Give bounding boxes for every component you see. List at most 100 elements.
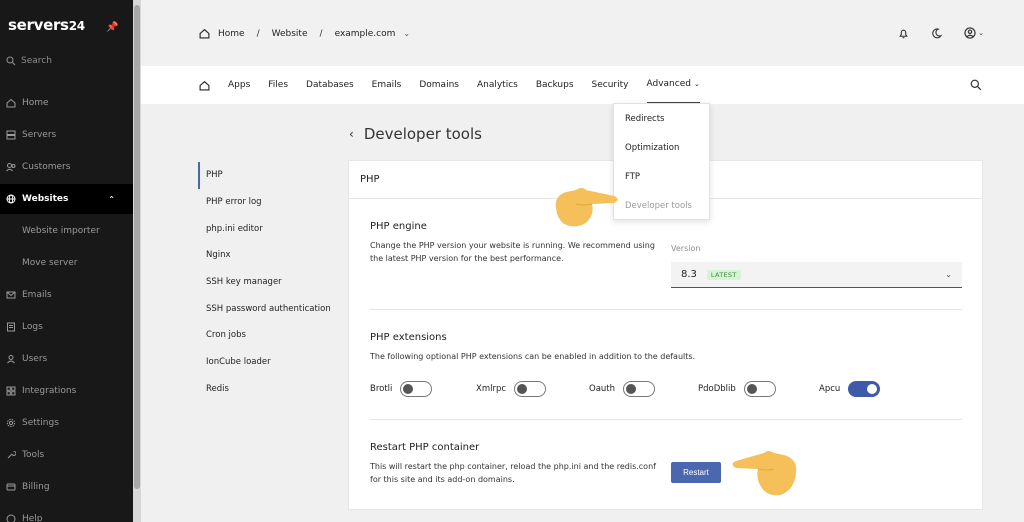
breadcrumb-separator: /: [319, 28, 323, 39]
brand-logo[interactable]: servers24: [8, 16, 85, 34]
chevron-up-icon: ⌃: [108, 194, 115, 204]
php-version-value: 8.3: [681, 269, 697, 280]
header-actions: ⌄: [898, 27, 984, 39]
extension-apcu: Apcu: [819, 381, 881, 397]
customers-icon: [6, 163, 16, 172]
oauth-toggle[interactable]: [623, 381, 656, 397]
mail-icon: [6, 291, 16, 299]
user-menu[interactable]: ⌄: [964, 27, 984, 39]
tab-backups[interactable]: Backups: [536, 66, 574, 104]
version-label: Version: [671, 244, 701, 253]
logs-icon: [7, 322, 15, 332]
dropdown-item-ftp[interactable]: FTP: [614, 162, 709, 191]
moon-icon[interactable]: [931, 27, 943, 39]
php-extensions-desc: The following optional PHP extensions ca…: [370, 352, 696, 361]
sidebar-item-customers[interactable]: Customers: [0, 152, 133, 182]
sidebar-item-website-importer[interactable]: Website importer: [0, 216, 133, 246]
xmlrpc-toggle[interactable]: [514, 381, 547, 397]
sidebar: servers24 📌 Search Home Servers Customer…: [0, 0, 133, 522]
dropdown-item-developer-tools[interactable]: Developer tools: [614, 191, 709, 220]
submenu-item-php-error-log[interactable]: PHP error log: [198, 189, 338, 216]
restart-php-desc-2: for this site and its add-on domains.: [370, 475, 515, 484]
developer-tools-submenu: PHP PHP error log php.ini editor Nginx S…: [198, 162, 338, 402]
sidebar-item-billing[interactable]: Billing: [0, 472, 133, 502]
submenu-item-php-ini-editor[interactable]: php.ini editor: [198, 215, 338, 242]
breadcrumb-domain[interactable]: example.com: [335, 29, 396, 39]
sidebar-item-websites[interactable]: Websites ⌃: [0, 184, 133, 214]
extension-oauth: Oauth: [589, 381, 656, 397]
chevron-down-icon: ⌄: [693, 80, 700, 88]
home-icon[interactable]: [199, 28, 210, 39]
tab-emails[interactable]: Emails: [372, 66, 402, 104]
restart-php-desc-1: This will restart the php container, rel…: [370, 462, 656, 471]
sidebar-item-help[interactable]: Help: [0, 504, 133, 522]
restart-php-section: Restart PHP container This will restart …: [370, 442, 962, 486]
toggle-knob: [403, 384, 414, 394]
submenu-item-php[interactable]: PHP: [198, 162, 338, 189]
php-version-select[interactable]: 8.3 LATEST ⌄: [671, 262, 962, 288]
section-divider: [370, 419, 962, 420]
sidebar-search-label: Search: [21, 56, 52, 66]
sidebar-item-home[interactable]: Home: [0, 88, 133, 118]
submenu-item-ssh-password-auth[interactable]: SSH password authentication: [198, 295, 338, 322]
chevron-down-icon: ⌄: [978, 29, 984, 37]
breadcrumb-home[interactable]: Home: [218, 29, 245, 39]
pointing-hand-icon: [555, 188, 618, 227]
breadcrumb-website[interactable]: Website: [272, 29, 308, 39]
user-avatar-icon: [964, 27, 976, 39]
sidebar-item-servers[interactable]: Servers: [0, 120, 133, 150]
extension-pdodblib: PdoDblib: [698, 381, 776, 397]
toggle-knob: [867, 384, 878, 394]
extensions-row: Brotli Xmlrpc Oauth PdoDblib Apcu: [370, 381, 962, 399]
bell-icon[interactable]: [898, 28, 909, 39]
tab-domains[interactable]: Domains: [419, 66, 459, 104]
advanced-dropdown: Redirects Optimization FTP Developer too…: [613, 103, 710, 220]
toggle-knob: [746, 384, 757, 394]
sidebar-scrollbar[interactable]: [133, 0, 141, 522]
back-chevron-icon[interactable]: ‹: [349, 127, 354, 141]
chevron-down-icon[interactable]: ⌄: [403, 29, 410, 38]
submenu-item-ssh-key-manager[interactable]: SSH key manager: [198, 269, 338, 296]
brotli-toggle[interactable]: [400, 381, 433, 397]
dropdown-item-redirects[interactable]: Redirects: [614, 104, 709, 133]
toggle-knob: [517, 384, 528, 394]
pdodblib-toggle[interactable]: [743, 381, 776, 397]
sidebar-item-emails[interactable]: Emails: [0, 280, 133, 310]
apcu-toggle[interactable]: [848, 381, 881, 397]
tab-advanced[interactable]: Advanced ⌄: [646, 66, 700, 104]
sidebar-item-settings[interactable]: Settings: [0, 408, 133, 438]
submenu-item-redis[interactable]: Redis: [198, 376, 338, 403]
restart-php-heading: Restart PHP container: [370, 442, 480, 453]
tab-files[interactable]: Files: [268, 66, 288, 104]
billing-icon: [6, 483, 16, 491]
php-extensions-heading: PHP extensions: [370, 332, 447, 343]
sidebar-item-tools[interactable]: Tools: [0, 440, 133, 470]
sidebar-item-move-server[interactable]: Move server: [0, 248, 133, 278]
submenu-item-nginx[interactable]: Nginx: [198, 242, 338, 269]
sidebar-item-users[interactable]: Users: [0, 344, 133, 374]
section-divider: [370, 309, 962, 310]
users-icon: [7, 355, 15, 364]
sidebar-search[interactable]: Search: [6, 54, 126, 68]
tab-analytics[interactable]: Analytics: [477, 66, 518, 104]
top-header: Home / Website / example.com ⌄ ⌄: [141, 0, 1024, 66]
dropdown-item-optimization[interactable]: Optimization: [614, 133, 709, 162]
page-title: ‹ Developer tools: [349, 125, 482, 143]
php-engine-desc-1: Change the PHP version your website is r…: [370, 241, 655, 250]
sidebar-item-integrations[interactable]: Integrations: [0, 376, 133, 406]
breadcrumb-separator: /: [256, 28, 260, 39]
restart-button[interactable]: Restart: [671, 462, 721, 483]
sidebar-item-logs[interactable]: Logs: [0, 312, 133, 342]
pin-icon[interactable]: 📌: [106, 22, 118, 33]
submenu-item-cron-jobs[interactable]: Cron jobs: [198, 322, 338, 349]
scrollbar-thumb[interactable]: [134, 5, 140, 489]
tab-security[interactable]: Security: [592, 66, 629, 104]
pointing-hand-icon: [732, 451, 797, 496]
submenu-item-ioncube-loader[interactable]: IonCube loader: [198, 349, 338, 376]
tab-databases[interactable]: Databases: [306, 66, 354, 104]
integrations-icon: [6, 386, 16, 396]
tab-home[interactable]: [199, 66, 210, 104]
tab-apps[interactable]: Apps: [228, 66, 250, 104]
home-icon: [199, 80, 210, 90]
search-icon[interactable]: [970, 79, 982, 91]
